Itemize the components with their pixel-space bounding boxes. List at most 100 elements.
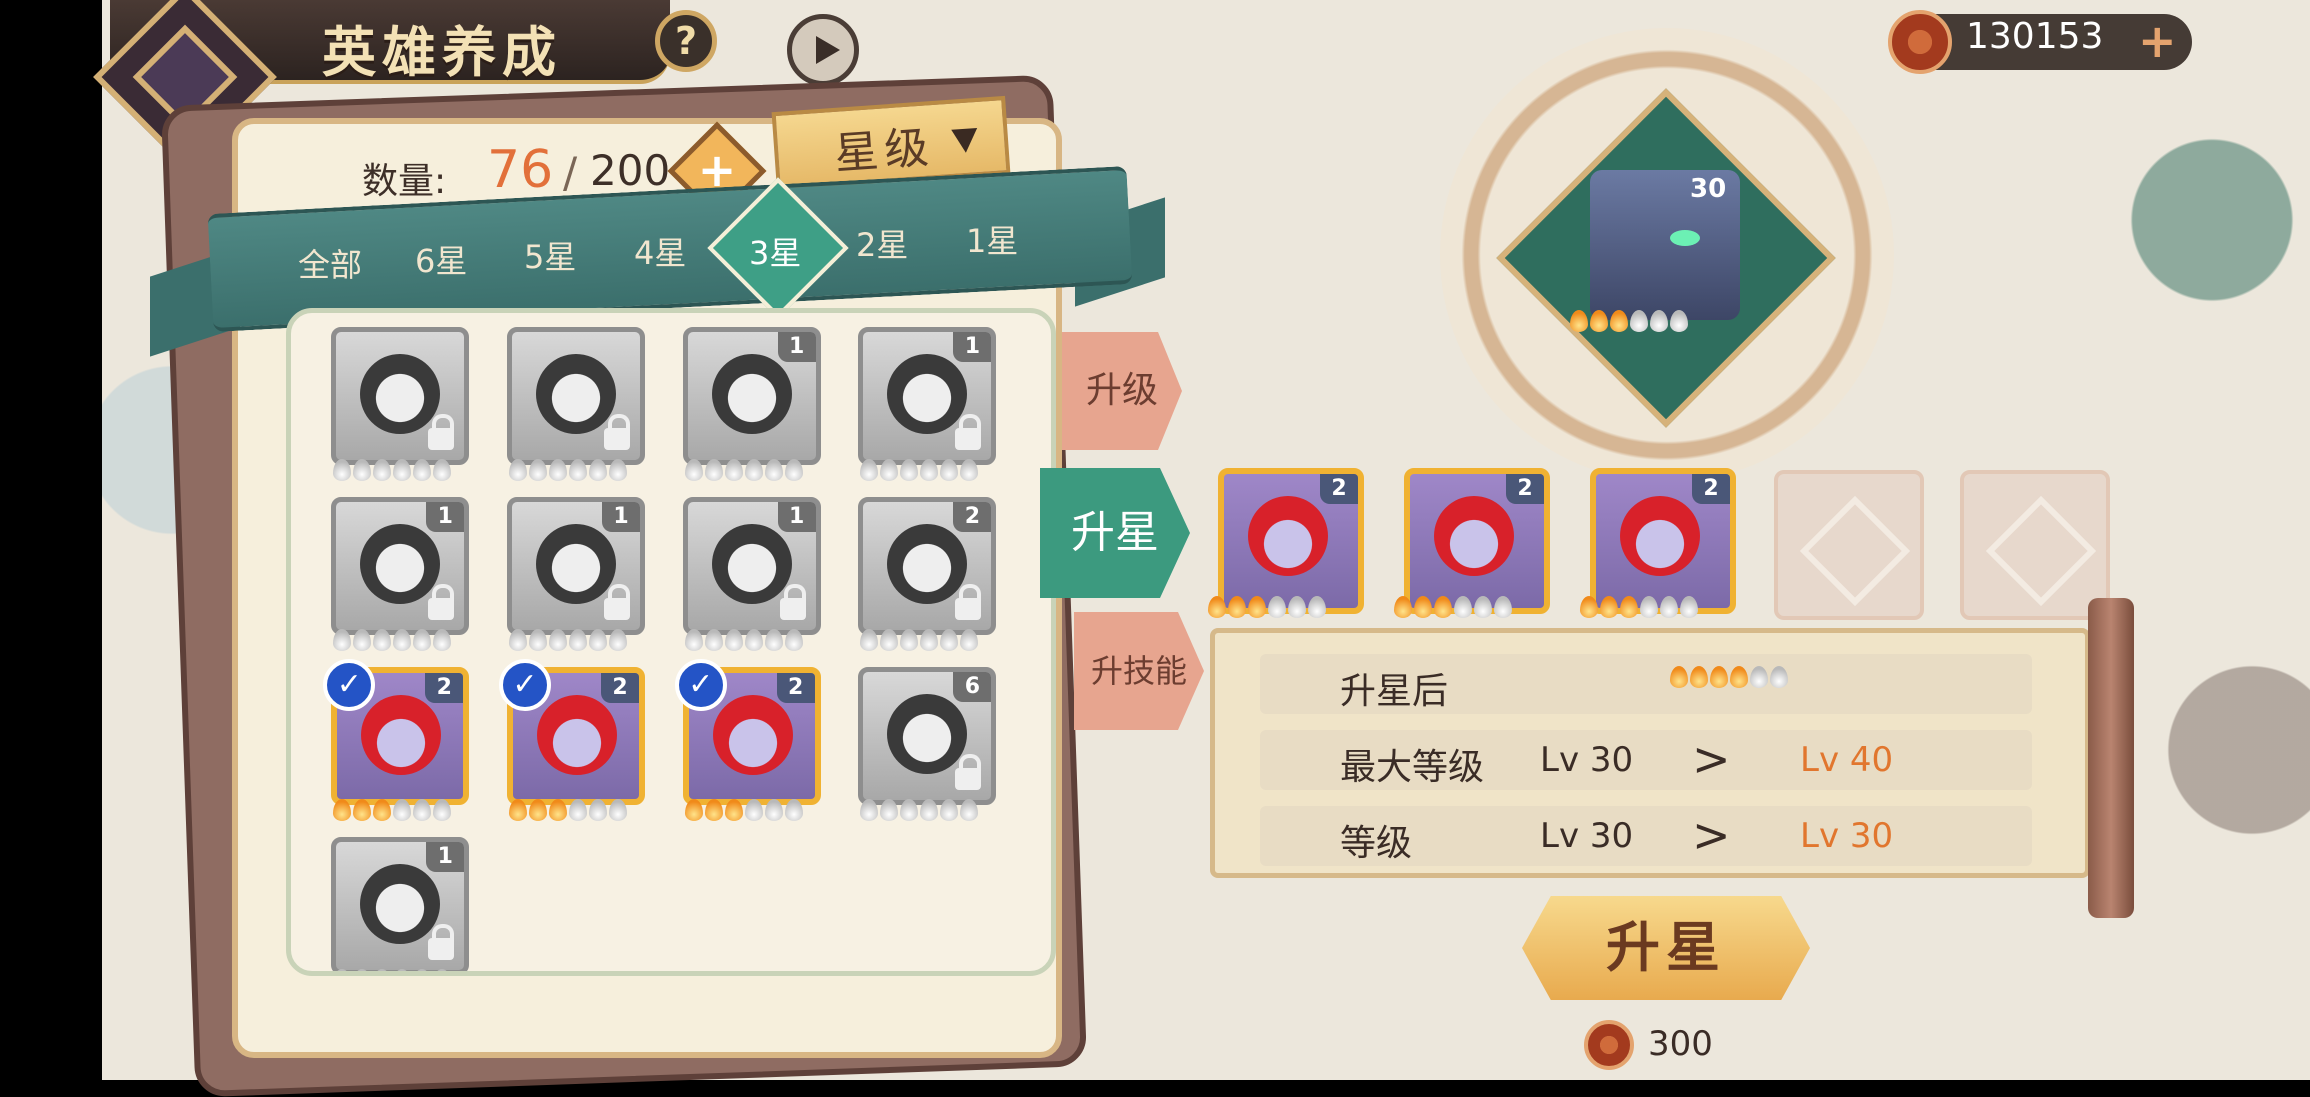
tab-all[interactable]: 全部	[298, 240, 362, 286]
tab-star-up[interactable]: 升星	[1040, 468, 1190, 598]
star-flame-empty-icon	[920, 799, 939, 822]
hero-card[interactable]	[331, 327, 470, 466]
material-hero-card[interactable]: 2	[1218, 468, 1364, 614]
material-hero-card[interactable]: 2	[1590, 468, 1736, 614]
star-flame-empty-icon	[393, 629, 412, 652]
star-flame-empty-icon	[880, 799, 899, 822]
hero-portrait	[360, 524, 441, 605]
hero-portrait	[1620, 496, 1700, 576]
star-flame-empty-icon	[393, 459, 412, 482]
star-flame-empty-icon	[353, 969, 372, 971]
hero-card[interactable]: 6	[858, 667, 997, 806]
star-flame-empty-icon	[373, 969, 392, 971]
star-flame-empty-icon	[569, 799, 587, 822]
star-flame-lit-icon	[1620, 596, 1638, 618]
hero-level-badge: 1	[777, 502, 816, 533]
hero-card[interactable]	[507, 327, 645, 466]
star-up-button-label: 升星	[1606, 916, 1726, 979]
star-flame-empty-icon	[724, 459, 743, 482]
star-flame-empty-icon	[744, 799, 763, 822]
star-flame-empty-icon	[684, 629, 703, 652]
star-flame-empty-icon	[920, 629, 939, 652]
star-flame-empty-icon	[704, 459, 723, 482]
tab-skill-up[interactable]: 升技能	[1074, 612, 1204, 730]
star-flame-empty-icon	[1650, 310, 1668, 332]
star-flame-empty-icon	[589, 799, 607, 822]
star-flame-lit-icon	[1710, 666, 1728, 688]
star-flame-empty-icon	[373, 629, 392, 652]
hero-portrait	[712, 695, 793, 776]
hero-card[interactable]: 1	[858, 327, 997, 466]
hero-count: 76	[487, 140, 554, 200]
material-slot-empty[interactable]	[1960, 470, 2110, 620]
star-flame-empty-icon	[1494, 596, 1512, 618]
star-flame-empty-icon	[900, 459, 919, 482]
max-level-label: 最大等级	[1340, 747, 1485, 788]
hero-stars	[333, 799, 453, 825]
star-flame-lit-icon	[724, 799, 743, 822]
currency-amount: 130153	[1966, 16, 2104, 57]
arrow-right-icon: >	[1692, 808, 1731, 862]
star-flame-empty-icon	[393, 969, 412, 971]
star-up-button[interactable]: 升星	[1522, 896, 1810, 1000]
selected-check-icon: ✓	[499, 659, 551, 712]
tab-4-star[interactable]: 4星	[634, 228, 686, 274]
star-flame-empty-icon	[764, 459, 783, 482]
hero-stars	[509, 459, 629, 485]
play-icon[interactable]	[787, 14, 859, 86]
hero-card[interactable]: 1	[682, 497, 821, 636]
star-flame-lit-icon	[1570, 310, 1588, 332]
star-flame-empty-icon	[764, 799, 783, 822]
star-flame-lit-icon	[1394, 596, 1412, 618]
star-up-cost: 300	[1648, 1024, 1713, 1064]
star-flame-lit-icon	[1610, 310, 1628, 332]
hero-card[interactable]: 1	[331, 497, 470, 636]
add-currency-button[interactable]: +	[2138, 14, 2177, 68]
star-flame-empty-icon	[529, 629, 547, 652]
hero-stars	[684, 629, 805, 655]
max-level-to: Lv 40	[1800, 740, 1894, 780]
material-slot-empty[interactable]	[1774, 470, 1924, 620]
star-flame-lit-icon	[1670, 666, 1688, 688]
star-flame-empty-icon	[1750, 666, 1768, 688]
star-flame-empty-icon	[1454, 596, 1472, 618]
hero-stars	[684, 799, 805, 825]
hero-card[interactable]: 1	[331, 837, 470, 971]
tab-3-star-label: 3星	[749, 234, 802, 272]
hero-level-badge: 1	[602, 502, 640, 533]
star-flame-empty-icon	[413, 629, 432, 652]
hero-card[interactable]: 1	[682, 327, 821, 466]
star-flame-empty-icon	[433, 629, 452, 652]
hero-portrait	[1248, 496, 1328, 576]
hero-portrait	[887, 524, 968, 605]
hero-level-badge: 1	[953, 332, 992, 363]
hero-stars	[333, 629, 453, 655]
scroll-rod	[2088, 598, 2134, 918]
help-button[interactable]: ?	[655, 10, 717, 72]
tab-upgrade[interactable]: 升级	[1062, 332, 1182, 450]
star-flame-empty-icon	[744, 629, 763, 652]
star-flame-empty-icon	[1640, 596, 1658, 618]
tab-5-star[interactable]: 5星	[524, 232, 576, 278]
hero-stars	[684, 459, 805, 485]
hero-card[interactable]: 1	[507, 497, 645, 636]
star-flame-lit-icon	[1580, 596, 1598, 618]
tab-6-star[interactable]: 6星	[415, 236, 467, 282]
target-hero-level: 30	[1690, 174, 1727, 204]
tab-2-star[interactable]: 2星	[856, 220, 908, 266]
arrow-right-icon: >	[1692, 732, 1731, 786]
material-hero-card[interactable]: 2	[1404, 468, 1550, 614]
hero-level-badge: 1	[777, 332, 816, 363]
star-flame-empty-icon	[900, 799, 919, 822]
star-flame-lit-icon	[704, 799, 723, 822]
hero-portrait	[536, 524, 616, 605]
hero-level-badge: 2	[776, 673, 815, 704]
star-flame-lit-icon	[549, 799, 567, 822]
star-flame-empty-icon	[609, 799, 627, 822]
tab-1-star[interactable]: 1星	[966, 216, 1018, 262]
star-flame-empty-icon	[1630, 310, 1648, 332]
lock-icon	[604, 414, 630, 451]
hero-card[interactable]: 2	[858, 497, 997, 636]
hero-stars	[333, 969, 453, 971]
star-flame-lit-icon	[1414, 596, 1432, 618]
